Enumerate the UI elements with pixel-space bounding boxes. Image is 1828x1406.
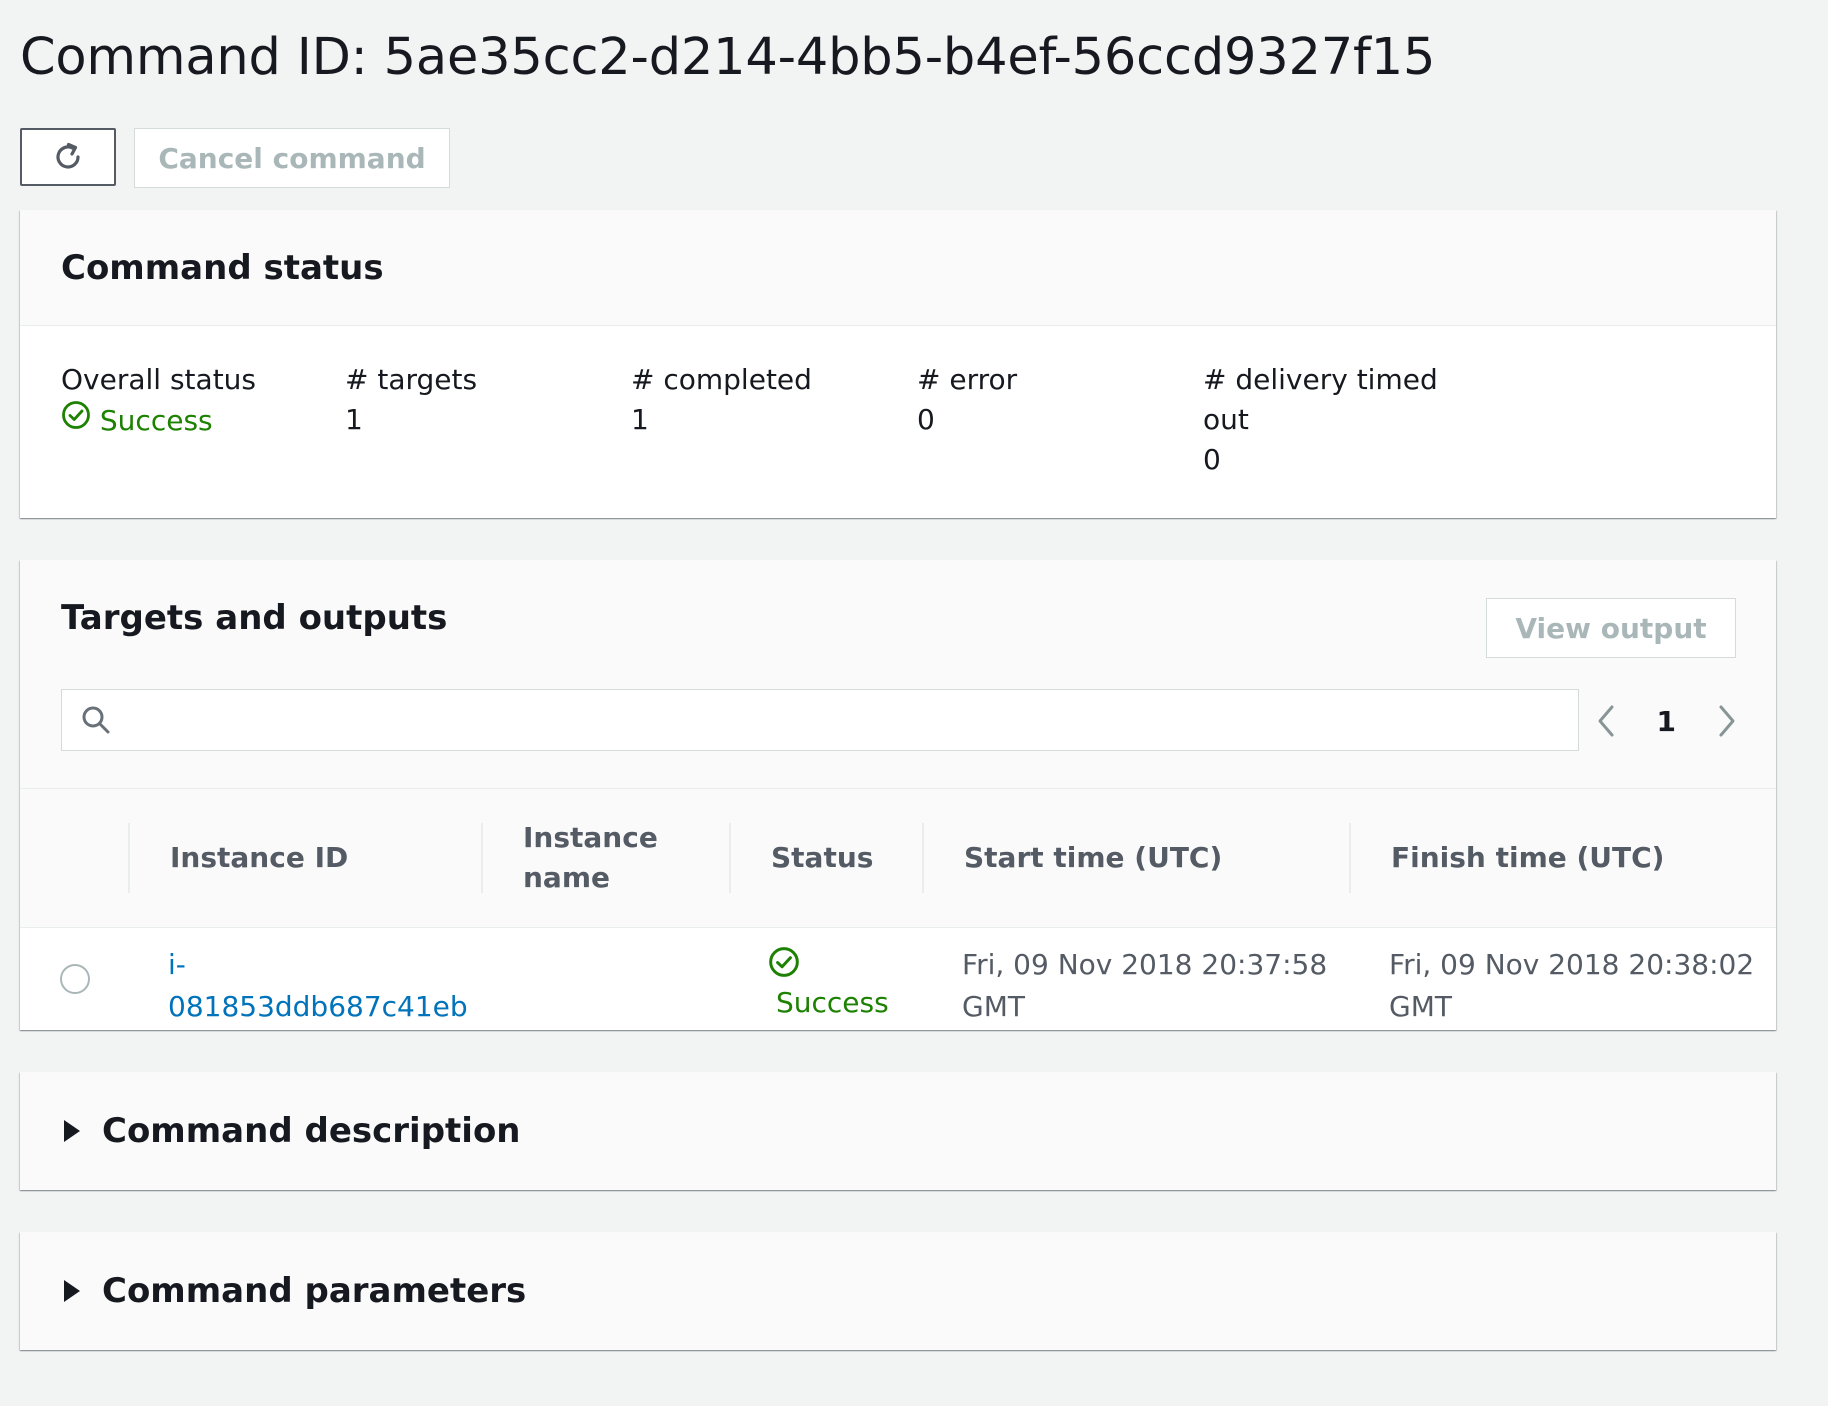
toolbar: Cancel command	[20, 128, 450, 188]
chevron-left-icon[interactable]	[1595, 704, 1617, 738]
delivery-timed-out-label-line1: # delivery timed	[1203, 363, 1438, 396]
column-header-instance-name[interactable]: Instance name	[523, 789, 658, 927]
command-parameters-header[interactable]: Command parameters	[20, 1232, 1776, 1350]
overall-status-text: Success	[99, 404, 213, 437]
start-time-cell: Fri, 09 Nov 2018 20:37:58 GMT	[962, 948, 1328, 1023]
error-value: 0	[917, 403, 935, 436]
overall-status-value: Success	[61, 400, 256, 441]
command-status-title: Command status	[61, 248, 384, 288]
chevron-right-icon[interactable]	[1716, 704, 1738, 738]
column-divider	[922, 823, 924, 893]
targets-label: # targets	[345, 363, 478, 396]
column-divider	[729, 823, 731, 893]
completed-label: # completed	[631, 363, 812, 396]
page-title: Command ID: 5ae35cc2-d214-4bb5-b4ef-56cc…	[20, 28, 1436, 87]
column-header-start-time[interactable]: Start time (UTC)	[964, 789, 1222, 927]
error-label: # error	[917, 363, 1018, 396]
cancel-command-button[interactable]: Cancel command	[134, 128, 450, 188]
command-parameters-section[interactable]: Command parameters	[20, 1232, 1776, 1350]
refresh-button[interactable]	[20, 128, 116, 186]
command-status-header: Command status	[20, 210, 1776, 326]
table-header-row: Instance ID Instance name Status Start t…	[20, 789, 1776, 928]
column-divider	[128, 823, 130, 893]
instance-id-cell[interactable]: i- 081853ddb687c41eb	[168, 944, 468, 1028]
command-description-title: Command description	[102, 1111, 521, 1151]
targets-value: 1	[345, 403, 363, 436]
command-status-card: Command status Overall status Success # …	[20, 210, 1776, 518]
completed-value: 1	[631, 403, 649, 436]
success-check-icon	[62, 401, 90, 429]
instance-id-link[interactable]: i- 081853ddb687c41eb	[168, 944, 468, 1028]
command-status-grid: Overall status Success # targets 1 # com…	[20, 326, 1776, 550]
delivery-timed-out-label-line2: out	[1203, 403, 1249, 436]
targets-stat: # targets 1	[345, 360, 477, 440]
column-divider	[481, 823, 483, 893]
page-number[interactable]: 1	[1657, 705, 1676, 738]
command-parameters-title: Command parameters	[102, 1271, 527, 1311]
targets-outputs-card: Targets and outputs View output 1 Instan…	[20, 560, 1776, 1030]
status-cell: Success	[768, 944, 889, 1024]
view-output-button[interactable]: View output	[1486, 598, 1736, 658]
caret-right-icon	[64, 1120, 80, 1142]
caret-right-icon	[64, 1280, 80, 1302]
pagination: 1	[1595, 693, 1738, 749]
delivery-timed-out-value: 0	[1203, 443, 1221, 476]
overall-status-stat: Overall status Success	[61, 360, 256, 441]
search-icon	[82, 706, 110, 734]
column-header-status[interactable]: Status	[771, 789, 873, 927]
column-header-instance-id[interactable]: Instance ID	[170, 789, 348, 927]
row-select-radio[interactable]	[60, 964, 90, 994]
command-description-section[interactable]: Command description	[20, 1072, 1776, 1190]
table-row[interactable]: i- 081853ddb687c41eb Success Fri, 09 Nov…	[20, 928, 1776, 1032]
column-divider	[1349, 823, 1351, 893]
overall-status-label: Overall status	[61, 363, 257, 396]
column-header-finish-time[interactable]: Finish time (UTC)	[1391, 789, 1664, 927]
refresh-icon	[56, 142, 80, 169]
success-check-icon	[769, 947, 799, 977]
targets-outputs-title: Targets and outputs	[61, 598, 448, 638]
delivery-timed-out-stat: # delivery timed out 0	[1203, 360, 1438, 480]
completed-stat: # completed 1	[631, 360, 812, 440]
search-input[interactable]	[61, 689, 1579, 751]
error-stat: # error 0	[917, 360, 1017, 440]
status-text: Success	[776, 986, 889, 1019]
finish-time-cell: Fri, 09 Nov 2018 20:38:02 GMT	[1389, 948, 1755, 1023]
command-description-header[interactable]: Command description	[20, 1072, 1776, 1190]
targets-outputs-header: Targets and outputs View output 1	[20, 560, 1776, 789]
